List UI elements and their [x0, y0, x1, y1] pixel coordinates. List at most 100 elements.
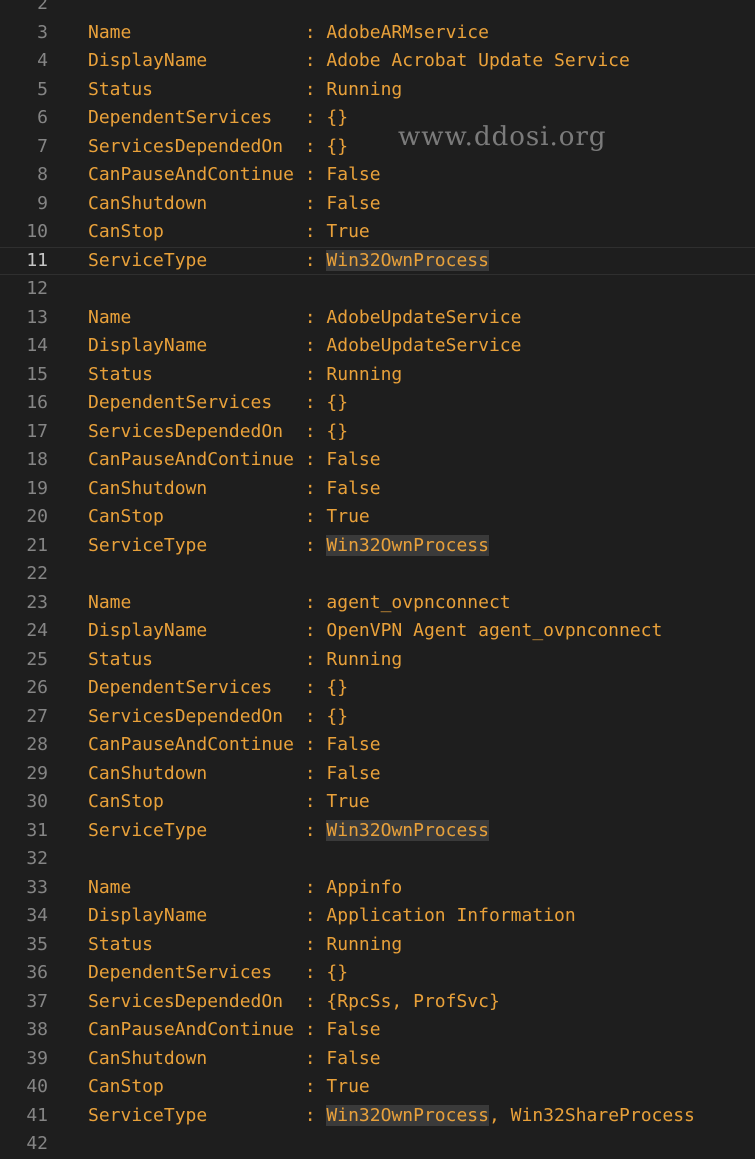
line-text: CanStop : True: [88, 788, 370, 817]
line-text: CanShutdown : False: [88, 190, 381, 219]
line-number: 2: [37, 0, 48, 14]
code-line[interactable]: 26 DependentServices : {}: [0, 674, 755, 703]
code-line[interactable]: 10 CanStop : True: [0, 218, 755, 247]
line-text-segment: ServicesDependedOn : {}: [88, 705, 349, 727]
line-text-segment: ServiceType :: [88, 1104, 327, 1126]
code-line[interactable]: 6 DependentServices : {}: [0, 104, 755, 133]
line-number: 28: [26, 734, 48, 755]
code-line[interactable]: 37 ServicesDependedOn : {RpcSs, ProfSvc}: [0, 988, 755, 1017]
code-line[interactable]: 9 CanShutdown : False: [0, 190, 755, 219]
line-number: 21: [26, 534, 48, 556]
code-line[interactable]: 22: [0, 560, 755, 589]
line-text: Status : Running: [88, 931, 402, 960]
line-text: Name : AdobeARMservice: [88, 19, 489, 48]
line-text-segment: DependentServices : {}: [88, 392, 349, 413]
code-line[interactable]: 34 DisplayName : Application Information: [0, 902, 755, 931]
line-number: 23: [26, 591, 48, 613]
code-line[interactable]: 14 DisplayName : AdobeUpdateService: [0, 332, 755, 361]
code-line[interactable]: 27 ServicesDependedOn : {}: [0, 703, 755, 732]
line-text: DisplayName : Application Information: [88, 902, 576, 931]
line-text: ServiceType : Win32OwnProcess: [88, 817, 489, 846]
line-text: ServicesDependedOn : {}: [88, 703, 348, 732]
line-text: CanStop : True: [88, 1073, 370, 1102]
code-line[interactable]: 16 DependentServices : {}: [0, 389, 755, 418]
line-text-segment: CanStop : True: [88, 221, 370, 242]
code-line[interactable]: 25 Status : Running: [0, 646, 755, 675]
line-number: 15: [26, 363, 48, 385]
code-line[interactable]: 36 DependentServices : {}: [0, 959, 755, 988]
code-line[interactable]: 39 CanShutdown : False: [0, 1045, 755, 1074]
line-text: Status : Running: [88, 76, 402, 105]
code-line[interactable]: 38 CanPauseAndContinue : False: [0, 1016, 755, 1045]
line-text-segment: ServicesDependedOn : {RpcSs, ProfSvc}: [88, 990, 500, 1012]
line-number: 3: [37, 21, 48, 43]
code-line[interactable]: 23 Name : agent_ovpnconnect: [0, 589, 755, 618]
line-number: 11: [26, 249, 48, 271]
line-text-segment: ServicesDependedOn : {}: [88, 135, 349, 157]
highlighted-match: Win32OwnProcess: [326, 1104, 489, 1126]
line-text-segment: DependentServices : {}: [88, 677, 349, 698]
line-text: Name : Appinfo: [88, 874, 402, 903]
line-number: 31: [26, 819, 48, 841]
code-line[interactable]: 32: [0, 845, 755, 874]
code-line[interactable]: 3 Name : AdobeARMservice: [0, 19, 755, 48]
code-line[interactable]: 13 Name : AdobeUpdateService: [0, 304, 755, 333]
line-text: CanPauseAndContinue : False: [88, 446, 381, 475]
line-text: DisplayName : Adobe Acrobat Update Servi…: [88, 47, 630, 76]
code-line[interactable]: 28 CanPauseAndContinue : False: [0, 731, 755, 760]
line-text-segment: CanPauseAndContinue : False: [88, 164, 381, 185]
code-line[interactable]: 30 CanStop : True: [0, 788, 755, 817]
line-text: DisplayName : AdobeUpdateService: [88, 332, 521, 361]
line-text: ServiceType : Win32OwnProcess, Win32Shar…: [88, 1102, 695, 1131]
code-line[interactable]: 29 CanShutdown : False: [0, 760, 755, 789]
line-number: 26: [26, 677, 48, 698]
line-text-segment: CanShutdown : False: [88, 477, 381, 499]
line-text: ServicesDependedOn : {}: [88, 133, 348, 162]
code-line[interactable]: 19 CanShutdown : False: [0, 475, 755, 504]
line-number: 40: [26, 1076, 48, 1097]
code-line[interactable]: 5 Status : Running: [0, 76, 755, 105]
line-text-segment: CanPauseAndContinue : False: [88, 734, 381, 755]
code-editor[interactable]: 2 3 Name : AdobeARMservice 4 DisplayName : A…: [0, 0, 755, 1159]
code-line[interactable]: 31 ServiceType : Win32OwnProcess: [0, 817, 755, 846]
line-text: CanShutdown : False: [88, 1045, 381, 1074]
line-number: 29: [26, 762, 48, 784]
line-text: ServiceType : Win32OwnProcess: [88, 532, 489, 561]
line-text-segment: Status : Running: [88, 648, 403, 670]
code-line[interactable]: 17 ServicesDependedOn : {}: [0, 418, 755, 447]
line-text-segment: ServicesDependedOn : {}: [88, 420, 349, 442]
code-line[interactable]: 33 Name : Appinfo: [0, 874, 755, 903]
code-line[interactable]: 2: [0, 0, 755, 19]
code-line[interactable]: 8 CanPauseAndContinue : False: [0, 161, 755, 190]
line-text-segment: CanShutdown : False: [88, 762, 381, 784]
line-number: 42: [26, 1133, 48, 1154]
code-line[interactable]: 4 DisplayName : Adobe Acrobat Update Serv…: [0, 47, 755, 76]
line-text: CanStop : True: [88, 503, 370, 532]
code-line[interactable]: 20 CanStop : True: [0, 503, 755, 532]
code-line[interactable]: 12: [0, 275, 755, 304]
line-text: Status : Running: [88, 361, 402, 390]
line-text-segment: DisplayName : Adobe Acrobat Update Servi…: [88, 50, 630, 71]
line-text-segment: Name : AdobeUpdateService: [88, 306, 522, 328]
line-text-segment: DisplayName : Application Information: [88, 905, 576, 926]
code-line[interactable]: 11 ServiceType : Win32OwnProcess: [0, 246, 755, 275]
code-line[interactable]: 24 DisplayName : OpenVPN Agent agent_ovpn…: [0, 617, 755, 646]
line-number: 10: [26, 221, 48, 242]
line-number: 38: [26, 1019, 48, 1040]
line-number: 8: [37, 164, 48, 185]
line-text-segment: ServiceType :: [88, 534, 327, 556]
code-line[interactable]: 35 Status : Running: [0, 931, 755, 960]
code-line[interactable]: 21 ServiceType : Win32OwnProcess: [0, 532, 755, 561]
line-text: DependentServices : {}: [88, 104, 348, 133]
line-number: 22: [26, 563, 48, 584]
code-line[interactable]: 18 CanPauseAndContinue : False: [0, 446, 755, 475]
line-number: 7: [37, 135, 48, 157]
line-number: 39: [26, 1047, 48, 1069]
code-line[interactable]: 41 ServiceType : Win32OwnProcess, Win32Sh…: [0, 1102, 755, 1131]
line-number: 18: [26, 449, 48, 470]
code-line[interactable]: 40 CanStop : True: [0, 1073, 755, 1102]
code-line[interactable]: 42: [0, 1130, 755, 1159]
line-number: 19: [26, 477, 48, 499]
code-line[interactable]: 15 Status : Running: [0, 361, 755, 390]
code-line[interactable]: 7 ServicesDependedOn : {}: [0, 133, 755, 162]
